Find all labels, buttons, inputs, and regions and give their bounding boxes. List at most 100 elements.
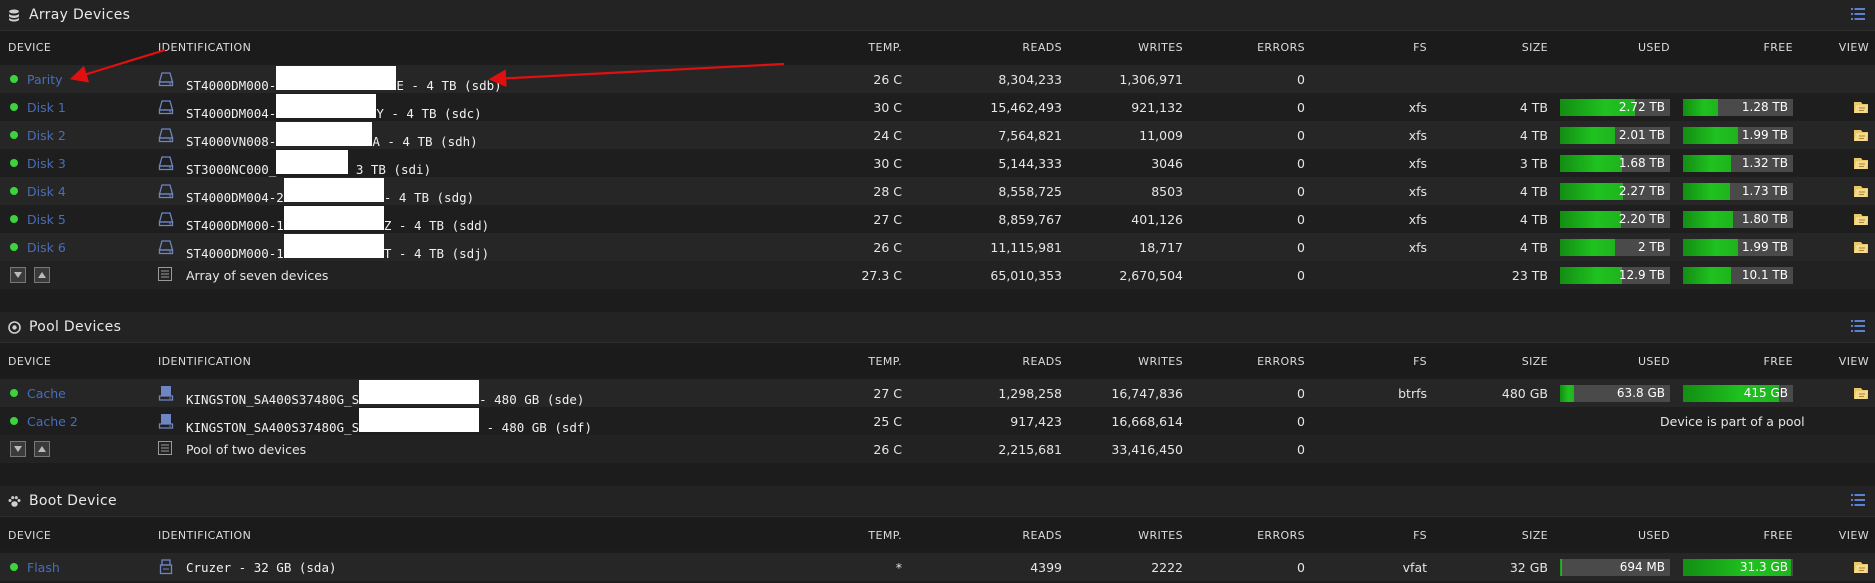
view-browse-icon[interactable] [1835,553,1869,581]
device-identification[interactable]: ST4000DM004-2 - 4 TB (sdg) [186,177,474,205]
fs-value: vfat [1402,559,1427,575]
writes-value: 2222 [1151,559,1183,575]
used-label: 694 MB [1619,560,1665,574]
view-browse-icon[interactable] [1835,177,1869,205]
list-view-icon[interactable] [1851,320,1865,332]
array-total-reads: 65,010,353 [990,267,1062,283]
view-browse-icon[interactable] [1835,233,1869,261]
free-bar: 1.99 TB [1683,126,1793,144]
free-bar: 1.32 TB [1683,154,1793,172]
used-bar: 2.72 TB [1560,98,1670,116]
device-link[interactable]: Disk 1 [27,100,66,115]
device-link[interactable]: Cache [27,386,66,401]
redaction-box [276,121,373,146]
collapse-up-icon[interactable] [34,267,50,283]
array-total-size: 23 TB [1511,267,1548,283]
view-browse-icon[interactable] [1835,149,1869,177]
view-browse-icon[interactable] [1835,205,1869,233]
device-identification[interactable]: ST4000DM000- E - 4 TB (sdb) [186,65,502,93]
id-suffix: A - 4 TB (sdh) [372,133,478,149]
device-identification[interactable]: KINGSTON_SA400S37480G_S - 480 GB (sdf) [186,407,592,435]
device-link[interactable]: Parity [27,72,63,87]
redaction-box [276,65,397,90]
array-total-temp: 27.3 C [861,267,902,283]
fs-value: btrfs [1398,385,1427,401]
used-label: 2.27 TB [1618,184,1665,198]
col-device: DEVICE [8,40,52,54]
col-used: USED [1637,354,1670,368]
size-value: 3 TB [1519,155,1548,171]
collapse-down-icon[interactable] [10,441,26,457]
paw-icon [7,494,21,508]
view-browse-icon[interactable] [1835,93,1869,121]
device-link[interactable]: Disk 5 [27,212,66,227]
pool-total-reads: 2,215,681 [998,441,1062,457]
writes-value: 921,132 [1131,99,1183,115]
temp-value: 26 C [873,71,902,87]
temp-value: 24 C [873,127,902,143]
col-errors: ERRORS [1257,354,1305,368]
errors-value: 0 [1297,211,1305,227]
temp-value: * [895,559,902,575]
drive-icon [158,211,174,227]
temp-value: 27 C [873,211,902,227]
device-link[interactable]: Flash [27,560,60,575]
view-browse-icon[interactable] [1835,121,1869,149]
device-row: Disk 4 ST4000DM004-2 - 4 TB (sdg) 28 C 8,558… [0,177,1875,205]
list-view-icon[interactable] [1851,8,1865,20]
col-view: VIEW [1838,354,1869,368]
col-temp: TEMP. [868,528,902,542]
collapse-down-icon[interactable] [10,267,26,283]
free-bar: 415 GB [1683,384,1793,402]
array-column-header: DEVICE IDENTIFICATION TEMP. READS WRITES… [0,32,1875,62]
free-bar: 1.73 TB [1683,182,1793,200]
device-link[interactable]: Disk 4 [27,184,66,199]
device-identification[interactable]: Cruzer - 32 GB (sda) [186,560,337,575]
col-reads: READS [1022,528,1062,542]
col-size: SIZE [1521,354,1548,368]
id-prefix: ST4000DM004- [186,105,277,121]
status-ok-icon [10,75,18,83]
fs-value: xfs [1408,239,1427,255]
status-ok-icon [10,131,18,139]
view-browse-icon[interactable] [1835,379,1869,407]
device-identification[interactable]: ST3000NC000_ 3 TB (sdi) [186,149,431,177]
free-bar: 1.80 TB [1683,210,1793,228]
status-ok-icon [10,215,18,223]
col-used: USED [1637,40,1670,54]
id-suffix: T - 4 TB (sdj) [383,245,490,261]
reads-value: 5,144,333 [998,155,1062,171]
used-bar: 63.8 GB [1560,384,1670,402]
col-free: FREE [1763,40,1793,54]
device-link[interactable]: Disk 3 [27,156,66,171]
device-link[interactable]: Disk 6 [27,240,66,255]
collapse-up-icon[interactable] [34,441,50,457]
device-link[interactable]: Cache 2 [27,414,78,429]
device-identification[interactable]: ST4000VN008- A - 4 TB (sdh) [186,121,478,149]
list-view-icon[interactable] [1851,494,1865,506]
drive-icon [158,385,174,401]
device-link[interactable]: Disk 2 [27,128,66,143]
col-size: SIZE [1521,528,1548,542]
device-identification[interactable]: ST4000DM000-1 Z - 4 TB (sdd) [186,205,489,233]
free-bar: 1.28 TB [1683,98,1793,116]
device-row: Cache KINGSTON_SA400S37480G_S - 480 GB (sd… [0,379,1875,407]
free-bar: 10.1 TB [1683,266,1793,284]
device-identification[interactable]: KINGSTON_SA400S37480G_S - 480 GB (sde) [186,379,584,407]
free-label: 1.73 TB [1741,184,1788,198]
device-row: Cache 2 KINGSTON_SA400S37480G_S - 480 GB … [0,407,1875,435]
id-suffix: Y - 4 TB (sdc) [376,105,482,121]
device-row: Disk 3 ST3000NC000_ 3 TB (sdi) 30 C 5,144,3… [0,149,1875,177]
device-identification[interactable]: ST4000DM004- Y - 4 TB (sdc) [186,93,482,121]
device-identification[interactable]: ST4000DM000-1 T - 4 TB (sdj) [186,233,490,261]
temp-value: 28 C [873,183,902,199]
errors-value: 0 [1297,155,1305,171]
fs-value: xfs [1408,155,1427,171]
used-label: 1.68 TB [1618,156,1665,170]
used-bar: 12.9 TB [1560,266,1670,284]
used-label: 2.20 TB [1618,212,1665,226]
pool-total-row: Pool of two devices 26 C 2,215,681 33,41… [0,435,1875,463]
id-prefix: Cruzer - 32 GB (sda) [186,559,337,575]
id-prefix: ST4000DM000- [186,77,277,93]
col-reads: READS [1022,40,1062,54]
